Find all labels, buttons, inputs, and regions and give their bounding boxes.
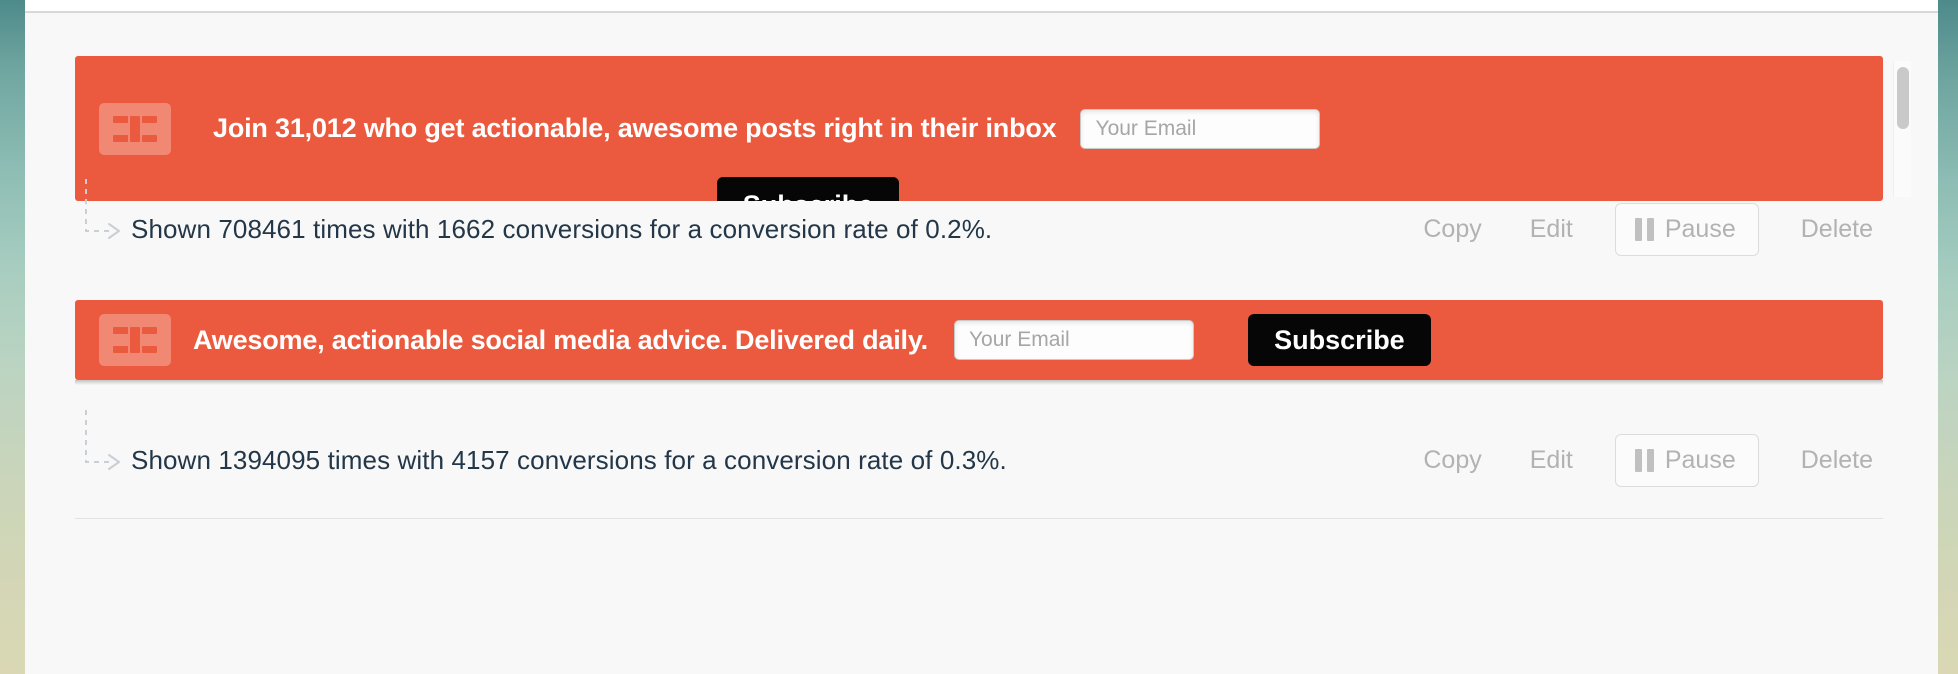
pause-icon [1634, 448, 1654, 472]
email-input-1[interactable] [1080, 108, 1321, 149]
email-input-2[interactable] [953, 320, 1194, 360]
bar-stats-text-1: Shown 708461 times with 1662 conversions… [131, 213, 993, 244]
pause-button-label-1: Pause [1664, 214, 1736, 243]
pause-button-label-2: Pause [1664, 445, 1736, 474]
pause-button-1[interactable]: Pause [1614, 202, 1759, 256]
bar-actions-1: Copy Edit Pause Delete [1399, 202, 1883, 256]
page-background-right-edge [1938, 0, 1958, 674]
list-bottom-divider [75, 518, 1883, 519]
bar-headline-1: Join 31,012 who get actionable, awesome … [213, 113, 1057, 143]
bar-stats-row-1: Shown 708461 times with 1662 conversions… [75, 179, 1883, 256]
copy-button-2[interactable]: Copy [1399, 446, 1505, 475]
bar-preview-scrollbar-1[interactable] [1893, 61, 1911, 197]
subscribe-button-2[interactable]: Subscribe [1247, 314, 1431, 366]
app-root: Join 31,012 who get actionable, awesome … [0, 0, 1958, 674]
hellobar-logo-icon [99, 314, 171, 366]
bar-stats-row-2: Shown 1394095 times with 4157 conversion… [75, 410, 1883, 487]
pause-icon [1634, 217, 1654, 241]
bar-actions-2: Copy Edit Pause Delete [1399, 433, 1883, 487]
subscribe-button-1[interactable]: Subscribe [717, 177, 899, 201]
page-background-left-edge [0, 0, 25, 674]
flow-arrow-icon-1 [75, 179, 131, 251]
bar-preview-shadow-2 [75, 380, 1883, 385]
bars-list-content: Join 31,012 who get actionable, awesome … [25, 13, 1938, 674]
bar-stats-text-2: Shown 1394095 times with 4157 conversion… [131, 444, 1007, 475]
edit-button-1[interactable]: Edit [1506, 215, 1597, 244]
pause-button-2[interactable]: Pause [1614, 433, 1759, 487]
bar-preview-2[interactable]: Awesome, actionable social media advice.… [75, 300, 1883, 380]
browser-chrome-top [25, 0, 1938, 11]
delete-button-1[interactable]: Delete [1777, 215, 1883, 244]
delete-button-2[interactable]: Delete [1777, 446, 1883, 475]
flow-arrow-icon-2 [75, 410, 131, 482]
edit-button-2[interactable]: Edit [1506, 446, 1597, 475]
bar-preview-scrollbar-thumb-1[interactable] [1897, 67, 1909, 129]
copy-button-1[interactable]: Copy [1399, 215, 1505, 244]
hellobar-logo-icon [99, 102, 171, 155]
bar-preview-1[interactable]: Join 31,012 who get actionable, awesome … [75, 56, 1883, 201]
bar-headline-2: Awesome, actionable social media advice.… [193, 324, 928, 355]
